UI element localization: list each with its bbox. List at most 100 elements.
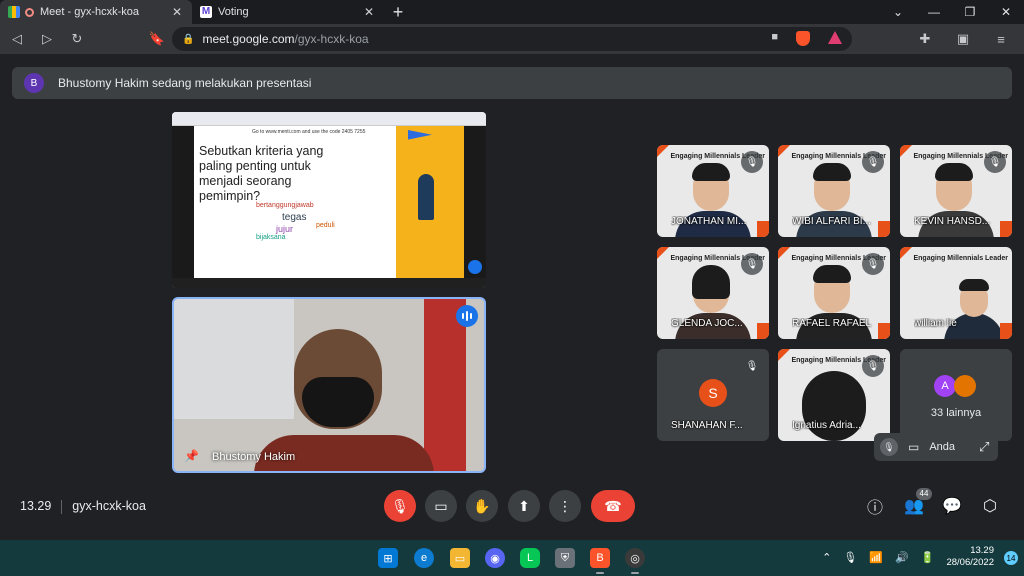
raise-hand-button[interactable]: ✋ [466, 490, 498, 522]
participant-hair [692, 265, 730, 299]
separator [61, 499, 63, 514]
file-explorer-icon[interactable]: ▭ [450, 548, 470, 568]
participant-tile[interactable]: 🎙 S SHANAHAN F... [657, 349, 769, 441]
participant-tile[interactable]: Engaging Millennials Leader 🎙 RAFAEL RAF… [778, 247, 890, 339]
notification-badge[interactable]: 14 [1004, 551, 1018, 565]
banner-text: Bhustomy Hakim sedang melakukan presenta… [58, 76, 312, 90]
participant-tile[interactable]: Engaging Millennials Leader william lie [900, 247, 1012, 339]
participant-tile[interactable]: Engaging Millennials Leader 🎙 GLENDA JOC… [657, 247, 769, 339]
recording-icon [25, 7, 34, 17]
slide-illustration [396, 126, 464, 278]
participant-name: KEVIN HANSD... [914, 216, 991, 227]
meeting-controls: 13.29 gyx-hcxk-koa 🎙 ▭ ✋ ⬆ ⋮ ☎ ⓘ 👥 44 💬 ⬡ [0, 484, 1024, 532]
wifi-icon[interactable]: 📶 [869, 551, 883, 564]
line-icon[interactable]: L [520, 548, 540, 568]
participant-avatar: S [699, 379, 727, 407]
mic-toggle-button[interactable]: 🎙 [384, 490, 416, 522]
participant-tile[interactable]: Engaging Millennials Leader 🎙 KEVIN HANS… [900, 145, 1012, 237]
leave-call-button[interactable]: ☎ [591, 490, 635, 522]
chat-icon: 💬 [942, 498, 962, 515]
meeting-details-button[interactable]: ⓘ [863, 494, 887, 518]
participant-tile[interactable]: Engaging Millennials Leader 🎙 WIBI ALFAR… [778, 145, 890, 237]
bookmark-icon[interactable]: 🔖 [144, 26, 170, 52]
participant-hair [813, 163, 851, 181]
camera-in-use-icon[interactable]: ■ [771, 31, 778, 46]
tab-title: Voting [218, 6, 249, 18]
shared-screen[interactable]: Go to www.menti.com and use the code 240… [172, 112, 486, 288]
expand-icon[interactable]: ⤢ [979, 439, 989, 455]
close-window-icon[interactable]: ✕ [988, 0, 1024, 24]
mic-off-icon[interactable]: 🎙 [880, 438, 898, 456]
chevron-down-icon[interactable]: ⌄ [880, 0, 916, 24]
obs-icon[interactable]: ◎ [625, 548, 645, 574]
participant-avatar-image [954, 375, 976, 397]
camera-icon[interactable]: ▭ [908, 440, 919, 454]
back-icon[interactable]: ◁ [4, 26, 30, 52]
minimize-icon[interactable]: — [916, 0, 952, 24]
more-options-button[interactable]: ⋮ [549, 490, 581, 522]
word-cloud: bertanggungjawab tegas jujur bijaksana p… [252, 200, 342, 244]
tab-voting[interactable]: M Voting ✕ [192, 0, 384, 24]
menu-icon[interactable]: ≡ [988, 26, 1014, 52]
decor [900, 247, 912, 259]
hand-icon: ✋ [473, 497, 491, 514]
chat-button[interactable]: 💬 [940, 494, 964, 518]
climber-figure [418, 174, 434, 220]
forward-icon[interactable]: ▷ [34, 26, 60, 52]
present-button[interactable]: ⬆ [508, 490, 540, 522]
browser-tab-bar: Meet - gyx-hcxk-koa ✕ M Voting ✕ + ⌄ — ❐… [0, 0, 1024, 24]
extensions-icon[interactable]: ✚ [912, 26, 938, 52]
participant-tile[interactable]: Engaging Millennials Leader 🎙 Ignatius A… [778, 349, 890, 441]
brave-shields-icon[interactable] [796, 31, 810, 46]
meet-favicon [8, 6, 20, 18]
clock[interactable]: 13.29 28/06/2022 [946, 545, 994, 569]
battery-icon[interactable]: 🔋 [921, 551, 935, 564]
windows-start-icon[interactable]: ⊞ [378, 548, 398, 568]
wallet-icon[interactable]: ▣ [950, 26, 976, 52]
shared-left-bar [172, 126, 194, 288]
people-button[interactable]: 👥 44 [902, 488, 932, 518]
background-window [174, 299, 294, 419]
address-bar[interactable]: 🔒 meet.google.com/gyx-hcxk-koa ■ [172, 27, 852, 51]
pin-icon[interactable]: 📌 [184, 449, 199, 463]
volume-icon[interactable]: 🔊 [895, 551, 909, 564]
reload-icon[interactable]: ↻ [64, 26, 90, 52]
participant-name: william lie [914, 318, 957, 329]
lock-icon: 🔒 [182, 33, 195, 45]
shield-icon[interactable]: ⛨ [555, 548, 575, 568]
activities-button[interactable]: ⬡ [978, 494, 1002, 518]
chevron-up-icon[interactable]: ⌃ [822, 551, 831, 564]
mic-off-icon: 🎙 [862, 253, 884, 275]
people-count-badge: 44 [916, 488, 932, 500]
tab-meet[interactable]: Meet - gyx-hcxk-koa ✕ [0, 0, 192, 24]
participant-name: RAFAEL RAFAEL [792, 318, 872, 329]
participant-hair [692, 163, 730, 181]
menti-code-note: Go to www.menti.com and use the code 240… [252, 129, 366, 135]
presenter-tile[interactable]: 📌 Bhustomy Hakim [172, 297, 486, 473]
participant-tile[interactable]: Engaging Millennials Leader 🎙 JONATHAN M… [657, 145, 769, 237]
windows-taskbar: ⊞ e ▭ ◉ L ⛨ B ◎ ⌃ 🎙 📶 🔊 🔋 13.29 28/06/20… [0, 540, 1024, 576]
clock-time: 13.29 [970, 545, 994, 556]
camera-toggle-button[interactable]: ▭ [425, 490, 457, 522]
restore-icon[interactable]: ❐ [952, 0, 988, 24]
background-brand: Engaging Millennials Leader [913, 255, 1008, 262]
edge-icon[interactable]: e [414, 548, 434, 568]
window-controls: ⌄ — ❐ ✕ [880, 0, 1024, 24]
meeting-code: gyx-hcxk-koa [72, 499, 146, 513]
participant-name: JONATHAN MI... [671, 216, 747, 227]
self-label: Anda [929, 441, 956, 453]
mic-off-icon: 🎙 [741, 151, 763, 173]
brave-icon[interactable]: B [590, 548, 610, 574]
discord-icon[interactable]: ◉ [485, 548, 505, 568]
self-view-bar[interactable]: 🎙 ▭ Anda ⤢ [874, 433, 998, 461]
mic-off-icon: 🎙 [984, 151, 1006, 173]
presenting-banner: B Bhustomy Hakim sedang melakukan presen… [12, 67, 1012, 99]
new-tab-button[interactable]: + [384, 0, 412, 24]
meeting-info: 13.29 gyx-hcxk-koa [20, 499, 146, 514]
close-tab-icon[interactable]: ✕ [362, 5, 376, 19]
more-participants-tile[interactable]: A 33 lainnya [900, 349, 1012, 441]
slide-question: Sebutkan kriteria yang paling penting un… [199, 144, 324, 203]
close-tab-icon[interactable]: ✕ [170, 5, 184, 19]
brave-rewards-icon[interactable] [828, 31, 842, 44]
mic-icon[interactable]: 🎙 [843, 551, 857, 564]
